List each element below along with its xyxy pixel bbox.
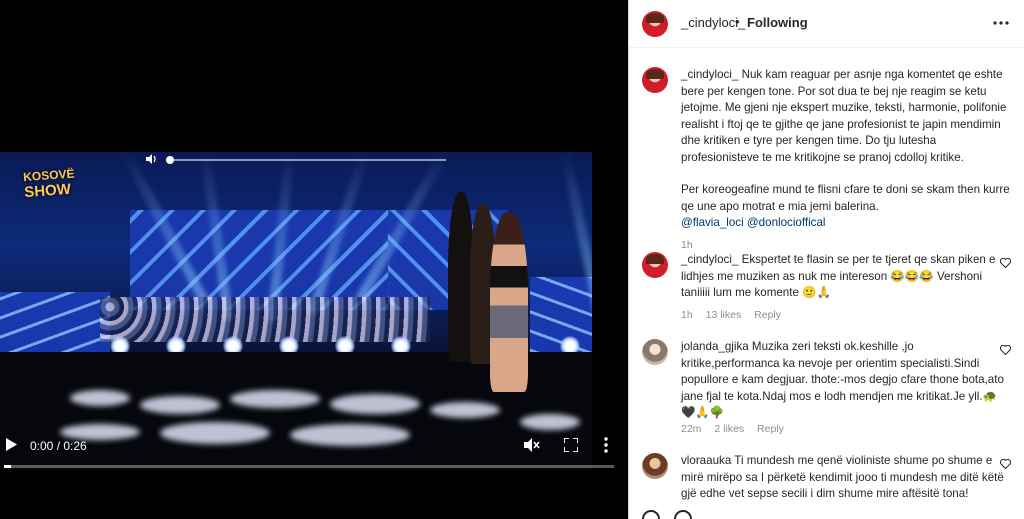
following-button[interactable]: Following (747, 15, 808, 30)
comment-body: vloraauka Ti mundesh me qenë violiniste … (681, 453, 1011, 503)
comments-list: _cindyloci_ Nuk kam reaguar per asnje ng… (629, 49, 1024, 519)
mute-icon[interactable] (524, 438, 540, 455)
floor-light (520, 414, 580, 430)
caption-mentions[interactable]: @flavia_loci @donlocioffical (681, 215, 1011, 232)
video-progress-fill (4, 465, 12, 468)
performer-figure (490, 212, 528, 392)
avatar[interactable] (642, 252, 668, 278)
comment-username[interactable]: jolanda_gjika (681, 340, 749, 353)
caption-text: Nuk kam reaguar per asnje nga komentet q… (681, 68, 1007, 164)
video-player[interactable]: KOSOVË SHOW (0, 152, 628, 470)
fullscreen-icon[interactable] (563, 437, 579, 455)
floor-light (230, 390, 320, 408)
volume-icon[interactable] (146, 154, 158, 166)
video-controls: 0:00 / 0:26 (0, 430, 628, 470)
caption-time[interactable]: 1h (681, 239, 693, 251)
post-caption: _cindyloci_ Nuk kam reaguar per asnje ng… (642, 67, 1016, 251)
comment-likes[interactable]: 13 likes (706, 309, 742, 321)
caption-body: _cindyloci_ Nuk kam reaguar per asnje ng… (681, 67, 1011, 232)
media-viewer: KOSOVË SHOW 0:00 / 0:26 (0, 0, 628, 519)
comment-username[interactable]: vloraauka (681, 454, 731, 467)
heart-outline-icon[interactable] (999, 458, 1012, 471)
comment-likes[interactable]: 2 likes (714, 423, 744, 435)
more-horiz-icon[interactable] (993, 10, 1009, 31)
header-separator: • (735, 14, 740, 29)
comment-meta: 22m 2 likes Reply (681, 423, 794, 435)
caption-text-2: Per koreogeafine mund te flisni cfare te… (681, 183, 1010, 213)
floor-light (70, 390, 130, 406)
comment-item: jolanda_gjika Muzika zeri teksti ok.kesh… (642, 339, 1016, 439)
comment-meta: 1h 13 likes Reply (681, 309, 791, 321)
volume-track[interactable] (166, 156, 446, 164)
volume-thumb[interactable] (166, 156, 174, 164)
avatar[interactable] (642, 67, 668, 93)
comment-icon[interactable] (674, 510, 692, 519)
caption-username[interactable]: _cindyloci_ (681, 68, 738, 81)
comment-item: vloraauka Ti mundesh me qenë violiniste … (642, 453, 1016, 513)
play-icon[interactable] (6, 438, 18, 452)
heart-outline-icon[interactable] (999, 344, 1012, 357)
video-time: 0:00 / 0:26 (30, 439, 87, 453)
reply-button[interactable]: Reply (754, 309, 781, 321)
floor-light (140, 396, 220, 414)
comment-time[interactable]: 1h (681, 309, 693, 321)
post-action-bar (642, 510, 742, 519)
video-progress-bar[interactable] (4, 465, 614, 468)
instagram-post-modal: KOSOVË SHOW 0:00 / 0:26 _cindyloci_ • Fo… (0, 0, 1024, 519)
volume-slider[interactable] (146, 154, 446, 166)
comment-body: jolanda_gjika Muzika zeri teksti ok.kesh… (681, 339, 1011, 422)
comment-time[interactable]: 22m (681, 423, 701, 435)
caption-meta: 1h (681, 239, 703, 251)
video-letterbox (592, 152, 628, 470)
avatar[interactable] (642, 339, 668, 365)
floor-light (430, 402, 500, 418)
post-side-panel: _cindyloci_ • Following _cindyloci_ Nuk … (628, 0, 1024, 519)
floor-light (330, 394, 420, 414)
avatar[interactable] (642, 11, 668, 37)
comment-username[interactable]: _cindyloci_ (681, 253, 738, 266)
reply-button[interactable]: Reply (757, 423, 784, 435)
more-vert-icon[interactable] (604, 437, 608, 456)
heart-outline-icon[interactable] (999, 257, 1012, 270)
avatar[interactable] (642, 453, 668, 479)
show-logo: KOSOVË SHOW (22, 166, 75, 202)
like-icon[interactable] (642, 510, 660, 519)
post-header: _cindyloci_ • Following (629, 0, 1024, 48)
comment-body: _cindyloci_ Ekspertet te flasin se per t… (681, 252, 1011, 302)
comment-item: _cindyloci_ Ekspertet te flasin se per t… (642, 252, 1016, 322)
